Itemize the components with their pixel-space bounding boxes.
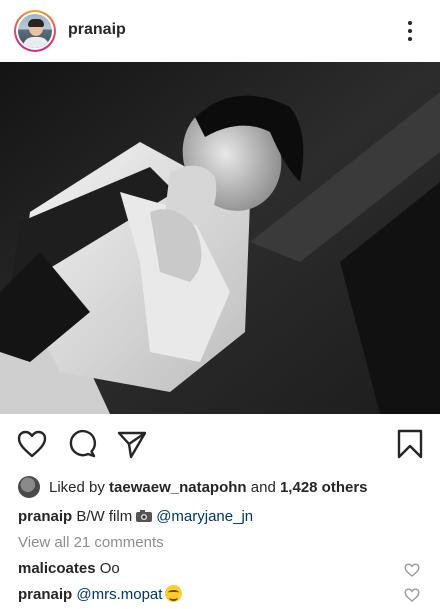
likes-summary[interactable]: Liked by taewaew_natapohn and 1,428 othe… bbox=[18, 476, 368, 498]
caption-username[interactable]: pranaip bbox=[18, 508, 72, 525]
likes-and: and bbox=[250, 478, 276, 496]
caption: pranaip B/W film @maryjane_jn bbox=[18, 508, 253, 525]
heart-outline-icon[interactable] bbox=[16, 428, 48, 460]
comment-username[interactable]: pranaip bbox=[18, 586, 72, 603]
avatar-shirt bbox=[23, 37, 49, 48]
liker-username[interactable]: taewaew_natapohn bbox=[109, 479, 247, 496]
caption-mention[interactable]: @maryjane_jn bbox=[156, 508, 253, 525]
photo-illustration bbox=[0, 62, 440, 414]
bookmark-icon[interactable] bbox=[394, 428, 426, 460]
comment-row: malicoates Oo bbox=[18, 560, 120, 577]
likes-prefix: Liked by bbox=[49, 478, 105, 496]
comment-row: pranaip @mrs.mopat bbox=[18, 585, 183, 603]
user-avatar[interactable] bbox=[14, 10, 56, 52]
comment-like-heart-icon[interactable] bbox=[404, 563, 420, 577]
avatar-image bbox=[18, 14, 52, 48]
post-username[interactable]: pranaip bbox=[68, 21, 126, 39]
comment-mention[interactable]: @mrs.mopat bbox=[76, 586, 162, 603]
liker-avatar bbox=[18, 476, 40, 498]
caption-text: B/W film bbox=[76, 508, 133, 525]
avatar-hair bbox=[28, 19, 44, 27]
avatar-inner bbox=[16, 12, 54, 50]
more-vertical-icon[interactable] bbox=[398, 16, 422, 46]
comment-text: Oo bbox=[99, 560, 120, 577]
comment-icon[interactable] bbox=[66, 428, 98, 460]
view-all-comments-link[interactable]: View all 21 comments bbox=[18, 534, 164, 551]
action-bar bbox=[0, 414, 440, 472]
grinning-face-emoji bbox=[165, 585, 183, 602]
post-photo[interactable] bbox=[0, 62, 440, 414]
send-icon[interactable] bbox=[116, 428, 148, 460]
comment-username[interactable]: malicoates bbox=[18, 560, 96, 577]
camera-icon bbox=[136, 510, 153, 522]
comment-like-heart-icon[interactable] bbox=[404, 588, 420, 602]
post-header: pranaip bbox=[0, 0, 440, 62]
likes-count[interactable]: 1,428 others bbox=[280, 479, 368, 496]
